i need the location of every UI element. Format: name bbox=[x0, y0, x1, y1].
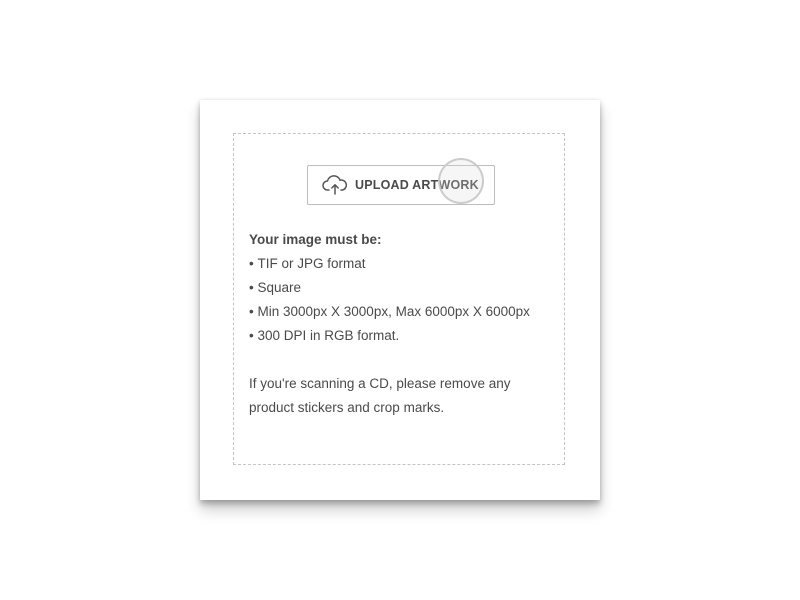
upload-artwork-button[interactable]: UPLOAD ARTWORK bbox=[307, 165, 495, 205]
requirement-format: TIF or JPG format bbox=[249, 252, 559, 276]
requirement-dimensions: Min 3000px X 3000px, Max 6000px X 6000px bbox=[249, 300, 559, 324]
page: UPLOAD ARTWORK Your image must be: TIF o… bbox=[0, 0, 800, 600]
upload-card: UPLOAD ARTWORK Your image must be: TIF o… bbox=[200, 100, 600, 500]
requirements-section: Your image must be: TIF or JPG format Sq… bbox=[249, 228, 559, 420]
requirement-dpi: 300 DPI in RGB format. bbox=[249, 324, 559, 348]
scanning-note: If you're scanning a CD, please remove a… bbox=[249, 376, 511, 415]
requirements-title: Your image must be: bbox=[249, 232, 382, 247]
cloud-upload-icon bbox=[322, 175, 348, 195]
upload-button-label: UPLOAD ARTWORK bbox=[355, 178, 479, 192]
artwork-dropzone[interactable]: UPLOAD ARTWORK Your image must be: TIF o… bbox=[233, 133, 565, 465]
requirement-square: Square bbox=[249, 276, 559, 300]
requirements-list: TIF or JPG format Square Min 3000px X 30… bbox=[249, 252, 559, 348]
